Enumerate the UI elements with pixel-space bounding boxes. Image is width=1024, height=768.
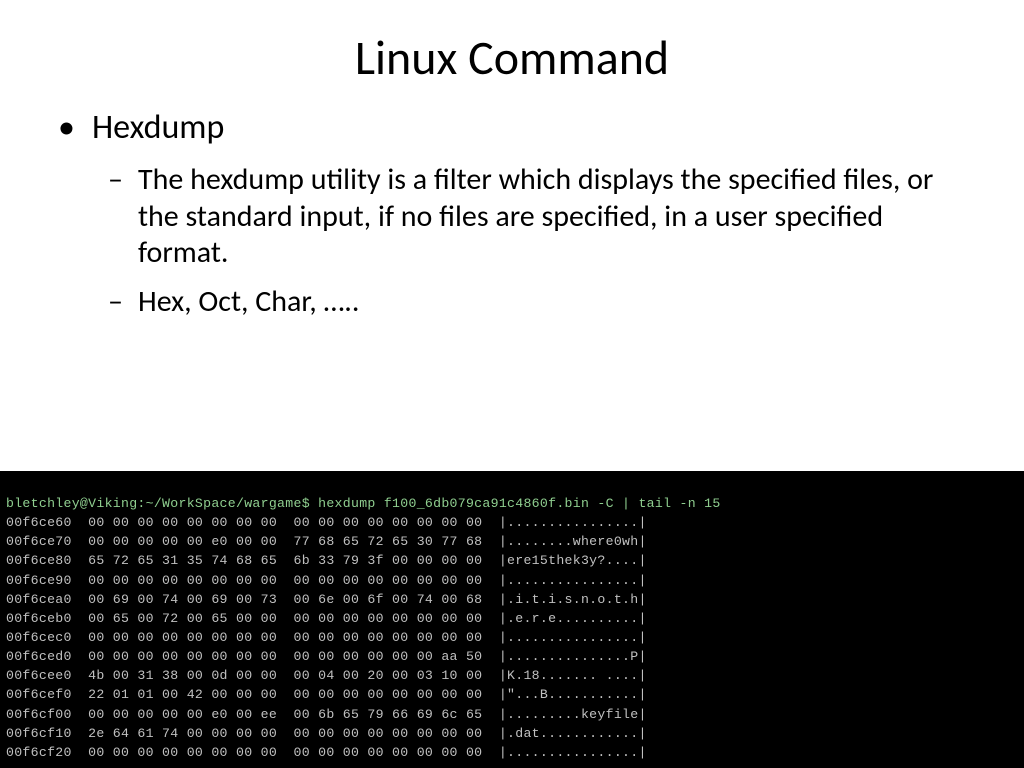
terminal-output: bletchley@Viking:~/WorkSpace/wargame$ he… bbox=[0, 471, 1024, 768]
slide-content: Hexdump The hexdump utility is a filter … bbox=[0, 107, 1024, 320]
slide-title: Linux Command bbox=[0, 0, 1024, 107]
slide: Linux Command Hexdump The hexdump utilit… bbox=[0, 0, 1024, 768]
terminal-prompt: bletchley@Viking:~/WorkSpace/wargame$ he… bbox=[6, 496, 721, 511]
bullet-formats: Hex, Oct, Char, ….. bbox=[58, 284, 966, 321]
hexdump-rows: 00f6ce60 00 00 00 00 00 00 00 00 00 00 0… bbox=[6, 513, 1018, 762]
bullet-hexdump: Hexdump bbox=[58, 107, 966, 148]
bullet-description: The hexdump utility is a filter which di… bbox=[58, 162, 966, 272]
